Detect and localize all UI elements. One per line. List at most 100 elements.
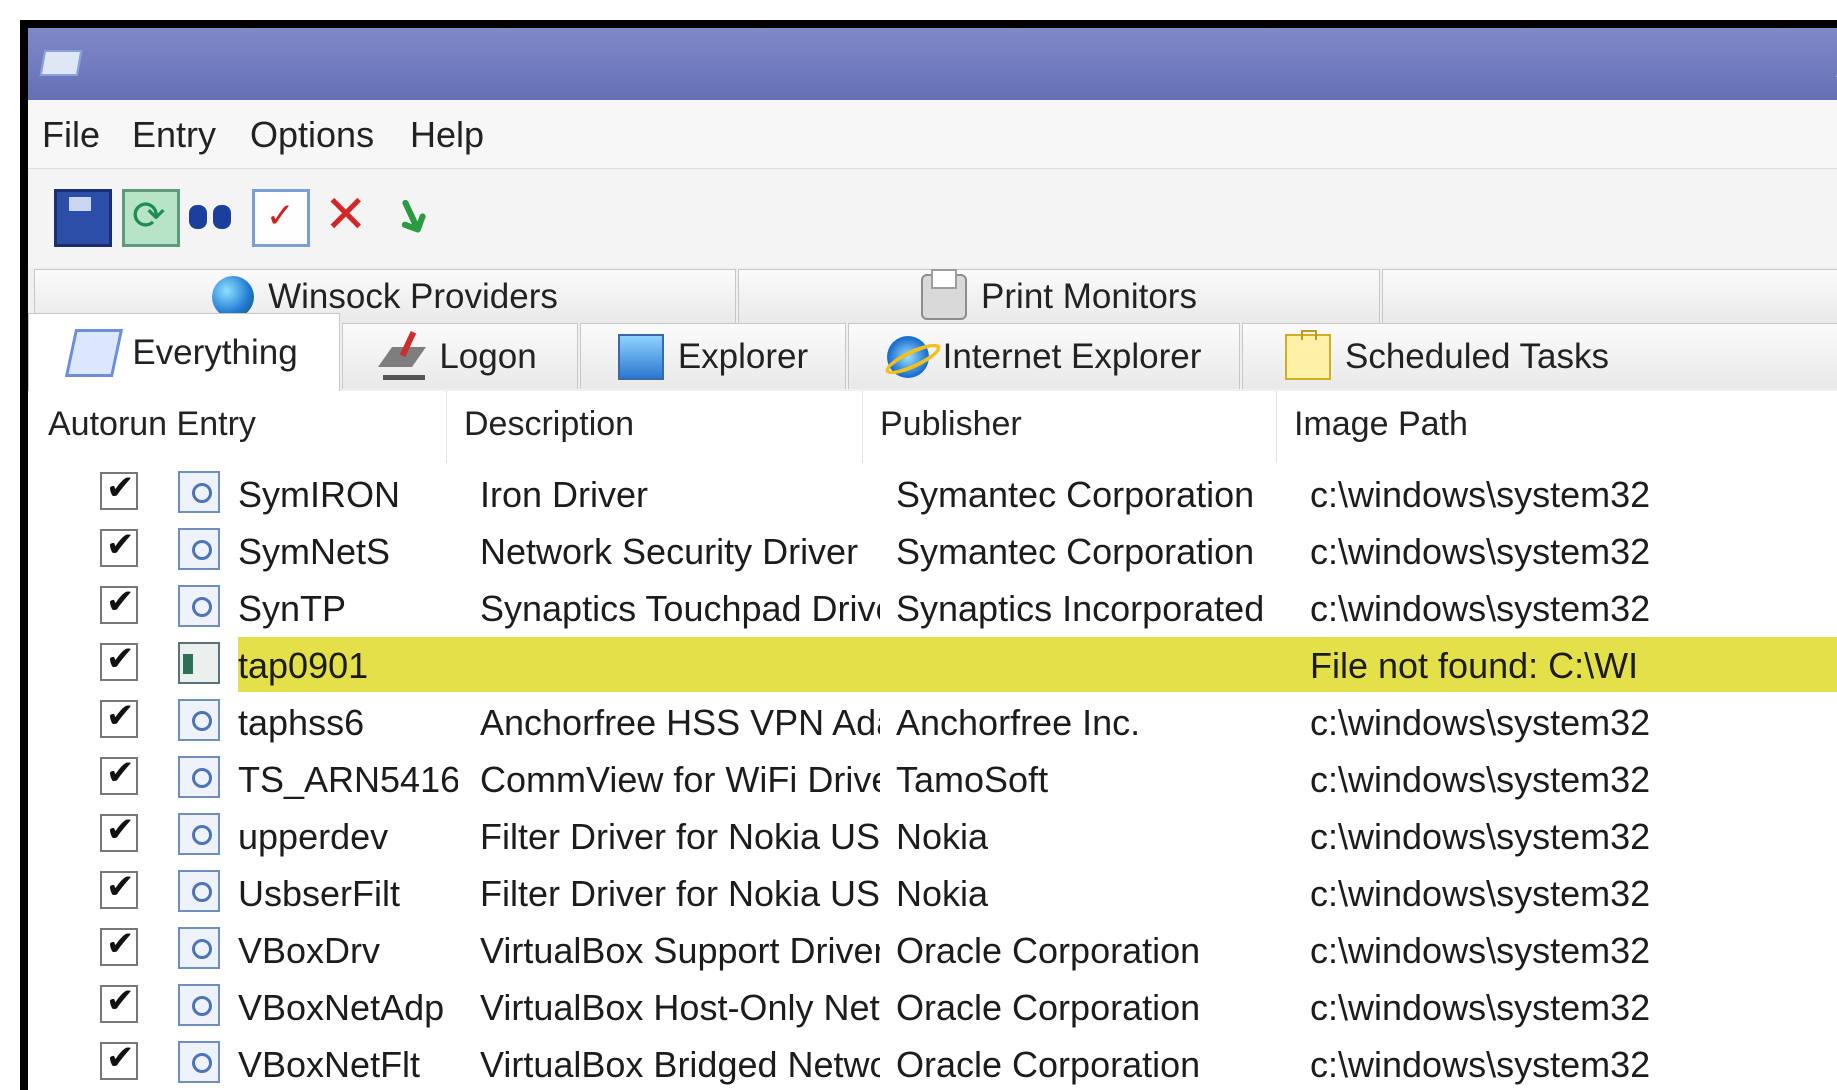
- title-bar: A: [28, 28, 1837, 100]
- table-row[interactable]: upperdev Filter Driver for Nokia USB ...…: [28, 807, 1837, 864]
- tab-label: Logon: [439, 336, 537, 376]
- delete-icon[interactable]: [320, 185, 372, 245]
- enable-checkbox[interactable]: [100, 981, 138, 1023]
- menu-bar: File Entry Options Help: [28, 100, 1837, 169]
- menu-options[interactable]: Options: [250, 114, 374, 156]
- column-separator[interactable]: [1276, 391, 1277, 463]
- cell-publisher: Nokia: [896, 873, 989, 914]
- ie-icon: [886, 335, 929, 378]
- properties-icon[interactable]: [252, 189, 310, 247]
- menu-file[interactable]: File: [42, 114, 100, 156]
- enable-checkbox[interactable]: [100, 468, 138, 510]
- driver-file-icon: [178, 585, 220, 627]
- column-separator[interactable]: [862, 391, 863, 463]
- column-publisher[interactable]: Publisher: [880, 405, 1022, 444]
- menu-entry[interactable]: Entry: [132, 114, 216, 156]
- cell-image-path: c:\windows\system32: [1310, 702, 1651, 743]
- column-autorun-entry[interactable]: Autorun Entry: [48, 405, 256, 444]
- app-icon: [39, 50, 83, 76]
- cell-entry: VBoxNetAdp: [238, 987, 445, 1028]
- refresh-icon[interactable]: [122, 189, 180, 247]
- driver-file-icon: [178, 927, 220, 969]
- find-icon[interactable]: [186, 189, 238, 241]
- table-row[interactable]: SymIRON Iron Driver Symantec Corporation…: [28, 465, 1837, 522]
- table-row[interactable]: VBoxNetAdp VirtualBox Host-Only Netwo...…: [28, 978, 1837, 1035]
- driver-file-icon: [178, 813, 220, 855]
- autorun-list: Autorun Entry Description Publisher Imag…: [28, 391, 1837, 1090]
- cell-publisher: Symantec Corporation: [896, 474, 1255, 515]
- driver-file-icon: [178, 756, 220, 798]
- driver-file-icon: [178, 870, 220, 912]
- autoruns-window: A File Entry Options Help Winsock Provid…: [28, 28, 1837, 1090]
- cell-entry: SynTP: [238, 588, 347, 629]
- menu-help[interactable]: Help: [410, 114, 484, 156]
- everything-icon: [65, 328, 124, 377]
- cell-description: VirtualBox Bridged Networki...: [480, 1044, 880, 1085]
- tab-label: Internet Explorer: [942, 336, 1202, 376]
- cell-image-path: c:\windows\system32: [1310, 531, 1651, 572]
- missing-file-icon: [178, 642, 220, 684]
- cell-description: VirtualBox Host-Only Netwo...: [480, 987, 880, 1028]
- tab-hidden-more[interactable]: [1382, 269, 1837, 323]
- enable-checkbox[interactable]: [100, 639, 138, 681]
- column-description[interactable]: Description: [464, 405, 634, 444]
- tab-everything[interactable]: Everything: [28, 313, 340, 391]
- cell-entry: VBoxDrv: [238, 930, 381, 971]
- cell-publisher: TamoSoft: [896, 759, 1049, 800]
- table-row[interactable]: VBoxDrv VirtualBox Support Driver Oracle…: [28, 921, 1837, 978]
- table-row[interactable]: SynTP Synaptics Touchpad Driver Synaptic…: [28, 579, 1837, 636]
- cell-entry: TS_ARN5416: [238, 759, 458, 800]
- jump-icon[interactable]: [390, 189, 442, 241]
- table-row[interactable]: SymNetS Network Security Driver Symantec…: [28, 522, 1837, 579]
- cell-description: Synaptics Touchpad Driver: [480, 588, 880, 629]
- tab-explorer[interactable]: Explorer: [580, 323, 846, 389]
- cell-image-path: File not found: C:\WI: [1310, 645, 1639, 686]
- enable-checkbox[interactable]: [100, 696, 138, 738]
- enable-checkbox[interactable]: [100, 810, 138, 852]
- driver-file-icon: [178, 528, 220, 570]
- table-row[interactable]: taphss6 Anchorfree HSS VPN Adap... Ancho…: [28, 693, 1837, 750]
- tab-print-monitors[interactable]: Print Monitors: [738, 268, 1380, 323]
- enable-checkbox[interactable]: [100, 867, 138, 909]
- save-icon[interactable]: [54, 189, 112, 247]
- tab-logon[interactable]: Logon: [342, 323, 578, 389]
- cell-description: Filter Driver for Nokia USB ...: [480, 873, 880, 914]
- table-row[interactable]: VBoxNetFlt VirtualBox Bridged Networki..…: [28, 1035, 1837, 1090]
- cell-entry: taphss6: [238, 702, 365, 743]
- tab-label: Scheduled Tasks: [1345, 336, 1609, 376]
- cell-publisher: Nokia: [896, 816, 989, 857]
- cell-description: Anchorfree HSS VPN Adap...: [480, 702, 880, 743]
- tab-label: Everything: [132, 332, 298, 372]
- cell-image-path: c:\windows\system32: [1310, 987, 1651, 1028]
- table-row[interactable]: UsbserFilt Filter Driver for Nokia USB .…: [28, 864, 1837, 921]
- tab-strip: Winsock Providers Print Monitors Everyth…: [28, 267, 1837, 391]
- tab-internet-explorer[interactable]: Internet Explorer: [848, 323, 1240, 389]
- printer-icon: [921, 268, 968, 320]
- enable-checkbox[interactable]: [100, 924, 138, 966]
- column-header-row: Autorun Entry Description Publisher Imag…: [28, 391, 1837, 463]
- cell-publisher: Synaptics Incorporated: [896, 588, 1265, 629]
- table-row-highlighted[interactable]: tap0901 File not found: C:\WI: [28, 636, 1837, 693]
- scheduled-tasks-icon: [1285, 329, 1331, 380]
- cell-publisher: Symantec Corporation: [896, 531, 1255, 572]
- cell-publisher: Oracle Corporation: [896, 930, 1201, 971]
- driver-file-icon: [178, 471, 220, 513]
- enable-checkbox[interactable]: [100, 582, 138, 624]
- enable-checkbox[interactable]: [100, 753, 138, 795]
- table-row[interactable]: TS_ARN5416 CommView for WiFi Driver V...…: [28, 750, 1837, 807]
- globe-icon: [212, 275, 255, 318]
- cell-image-path: c:\windows\system32: [1310, 930, 1651, 971]
- cell-publisher: Oracle Corporation: [896, 987, 1201, 1028]
- cell-publisher: Anchorfree Inc.: [896, 702, 1141, 743]
- driver-file-icon: [178, 984, 220, 1026]
- cell-description: Iron Driver: [480, 474, 649, 515]
- column-separator[interactable]: [446, 391, 447, 463]
- enable-checkbox[interactable]: [100, 525, 138, 567]
- toolbar: [28, 169, 1837, 267]
- cell-entry: VBoxNetFlt: [238, 1044, 421, 1085]
- column-image-path[interactable]: Image Path: [1294, 405, 1468, 444]
- logon-icon: [383, 333, 426, 380]
- tab-scheduled-tasks[interactable]: Scheduled Tasks: [1242, 323, 1837, 389]
- enable-checkbox[interactable]: [100, 1038, 138, 1080]
- tab-label: Print Monitors: [981, 276, 1197, 316]
